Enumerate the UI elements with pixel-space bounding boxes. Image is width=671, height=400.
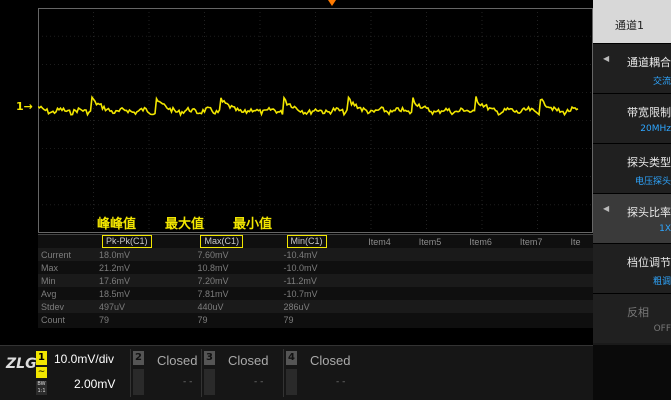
- table-row: Max 21.2mV 10.8mV -10.0mV: [38, 261, 593, 274]
- header-item4[interactable]: Item4: [362, 235, 413, 248]
- ch1-status[interactable]: 1 ∼ BW 1:1 10.0mV/div 2.00mV: [36, 349, 126, 397]
- menu-item-scale-adjust[interactable]: 档位调节 粗调: [593, 243, 671, 293]
- header-max[interactable]: Max(C1): [194, 235, 280, 248]
- menu-item-probe-type[interactable]: 探头类型 电压探头: [593, 143, 671, 193]
- ch4-state: Closed: [310, 353, 351, 368]
- bandwidth-indicator: BW 1:1: [36, 381, 47, 395]
- measurement-header-row: Pk-Pk(C1) Max(C1) Min(C1) Item4 Item5 It…: [38, 235, 593, 248]
- zlg-logo: ZLG: [6, 356, 37, 372]
- ch2-status[interactable]: 2 Closed - -: [130, 349, 212, 397]
- menu-title: 通道1: [593, 0, 671, 43]
- menu-item-coupling[interactable]: ◀ 通道耦合 交流: [593, 43, 671, 93]
- measurement-table: Pk-Pk(C1) Max(C1) Min(C1) Item4 Item5 It…: [38, 234, 593, 328]
- ch3-number-badge: 3: [204, 351, 215, 365]
- cell: 7.20mV: [194, 274, 281, 287]
- cell: 7.81mV: [197, 288, 229, 299]
- cell: 10.8mV: [197, 262, 229, 273]
- menu-item-invert[interactable]: 反相 OFF: [593, 293, 671, 343]
- header-item5[interactable]: Item5: [413, 235, 464, 248]
- cell: 7.60mV: [194, 248, 281, 261]
- menu-item-bandwidth[interactable]: 带宽限制 20MHz: [593, 93, 671, 143]
- ch3-value: - -: [254, 377, 264, 387]
- ch1-number-badge: 1: [36, 351, 47, 365]
- header-min[interactable]: Min(C1): [281, 235, 363, 248]
- ch2-state: Closed: [157, 353, 198, 368]
- annotation-min: 最小值: [233, 217, 273, 232]
- ch1-waveform: [38, 95, 579, 118]
- trigger-position-marker[interactable]: [328, 0, 336, 6]
- row-label: Avg: [41, 288, 57, 299]
- channel-menu: 通道1 ◀ 通道耦合 交流 带宽限制 20MHz 探头类型 电压探头 ◀ 探头比…: [593, 0, 671, 345]
- cell: -10.0mV: [283, 262, 318, 273]
- ch2-number-badge: 2: [133, 351, 144, 365]
- cell: 79: [197, 314, 208, 325]
- waveform-grid: [38, 8, 593, 233]
- status-bar: ZLG 1 ∼ BW 1:1 10.0mV/div 2.00mV 2 Closed…: [0, 345, 593, 400]
- ch2-value: - -: [183, 377, 193, 387]
- ch4-status[interactable]: 4 Closed - -: [283, 349, 365, 397]
- row-label: Min: [38, 274, 96, 287]
- table-row: Stdev 497uV 440uV 286uV: [38, 300, 593, 313]
- cell: 286uV: [280, 300, 363, 313]
- annotation-max: 最大值: [165, 217, 205, 232]
- cell: -11.2mV: [280, 274, 363, 287]
- ac-coupling-icon: ∼: [36, 367, 47, 378]
- table-row: Min 17.6mV 7.20mV -11.2mV: [38, 274, 593, 287]
- row-label: Stdev: [38, 300, 96, 313]
- ch1-offset[interactable]: 2.00mV: [74, 377, 115, 391]
- cell: -10.4mV: [280, 248, 363, 261]
- menu-item-probe-ratio[interactable]: ◀ 探头比率 1X: [593, 193, 671, 243]
- left-arrow-icon: ◀: [603, 204, 610, 213]
- row-label: Current: [38, 248, 96, 261]
- ch4-value: - -: [336, 377, 346, 387]
- ch3-state: Closed: [228, 353, 269, 368]
- cell: 18.5mV: [99, 288, 131, 299]
- table-row: Avg 18.5mV 7.81mV -10.7mV: [38, 287, 593, 300]
- table-row: Current 18.0mV 7.60mV -10.4mV: [38, 248, 593, 261]
- cell: 21.2mV: [99, 262, 131, 273]
- ch3-indicator: [204, 369, 215, 395]
- cell: -10.7mV: [283, 288, 318, 299]
- ch1-level-marker[interactable]: 1→: [16, 100, 33, 113]
- ch2-indicator: [133, 369, 144, 395]
- row-label: Count: [41, 314, 66, 325]
- cell: 18.0mV: [96, 248, 195, 261]
- ch4-number-badge: 4: [286, 351, 297, 365]
- ch3-status[interactable]: 3 Closed - -: [201, 349, 283, 397]
- cell: 497uV: [96, 300, 195, 313]
- ch1-vertical-scale[interactable]: 10.0mV/div: [54, 352, 114, 366]
- left-arrow-icon: ◀: [603, 54, 610, 63]
- ch4-indicator: [286, 369, 297, 395]
- menu-footer: [593, 345, 671, 400]
- header-spacer: [38, 235, 96, 248]
- row-label: Max: [41, 262, 59, 273]
- annotation-pkpk: 峰峰值: [97, 217, 137, 232]
- cell: 440uV: [194, 300, 281, 313]
- cell: 17.6mV: [96, 274, 195, 287]
- cell: 79: [283, 314, 294, 325]
- cell: 79: [99, 314, 110, 325]
- header-pkpk[interactable]: Pk-Pk(C1): [96, 235, 194, 248]
- header-item8[interactable]: Ite: [565, 235, 594, 248]
- header-item7[interactable]: Item7: [514, 235, 565, 248]
- table-row: Count 79 79 79: [38, 313, 593, 326]
- header-item6[interactable]: Item6: [463, 235, 514, 248]
